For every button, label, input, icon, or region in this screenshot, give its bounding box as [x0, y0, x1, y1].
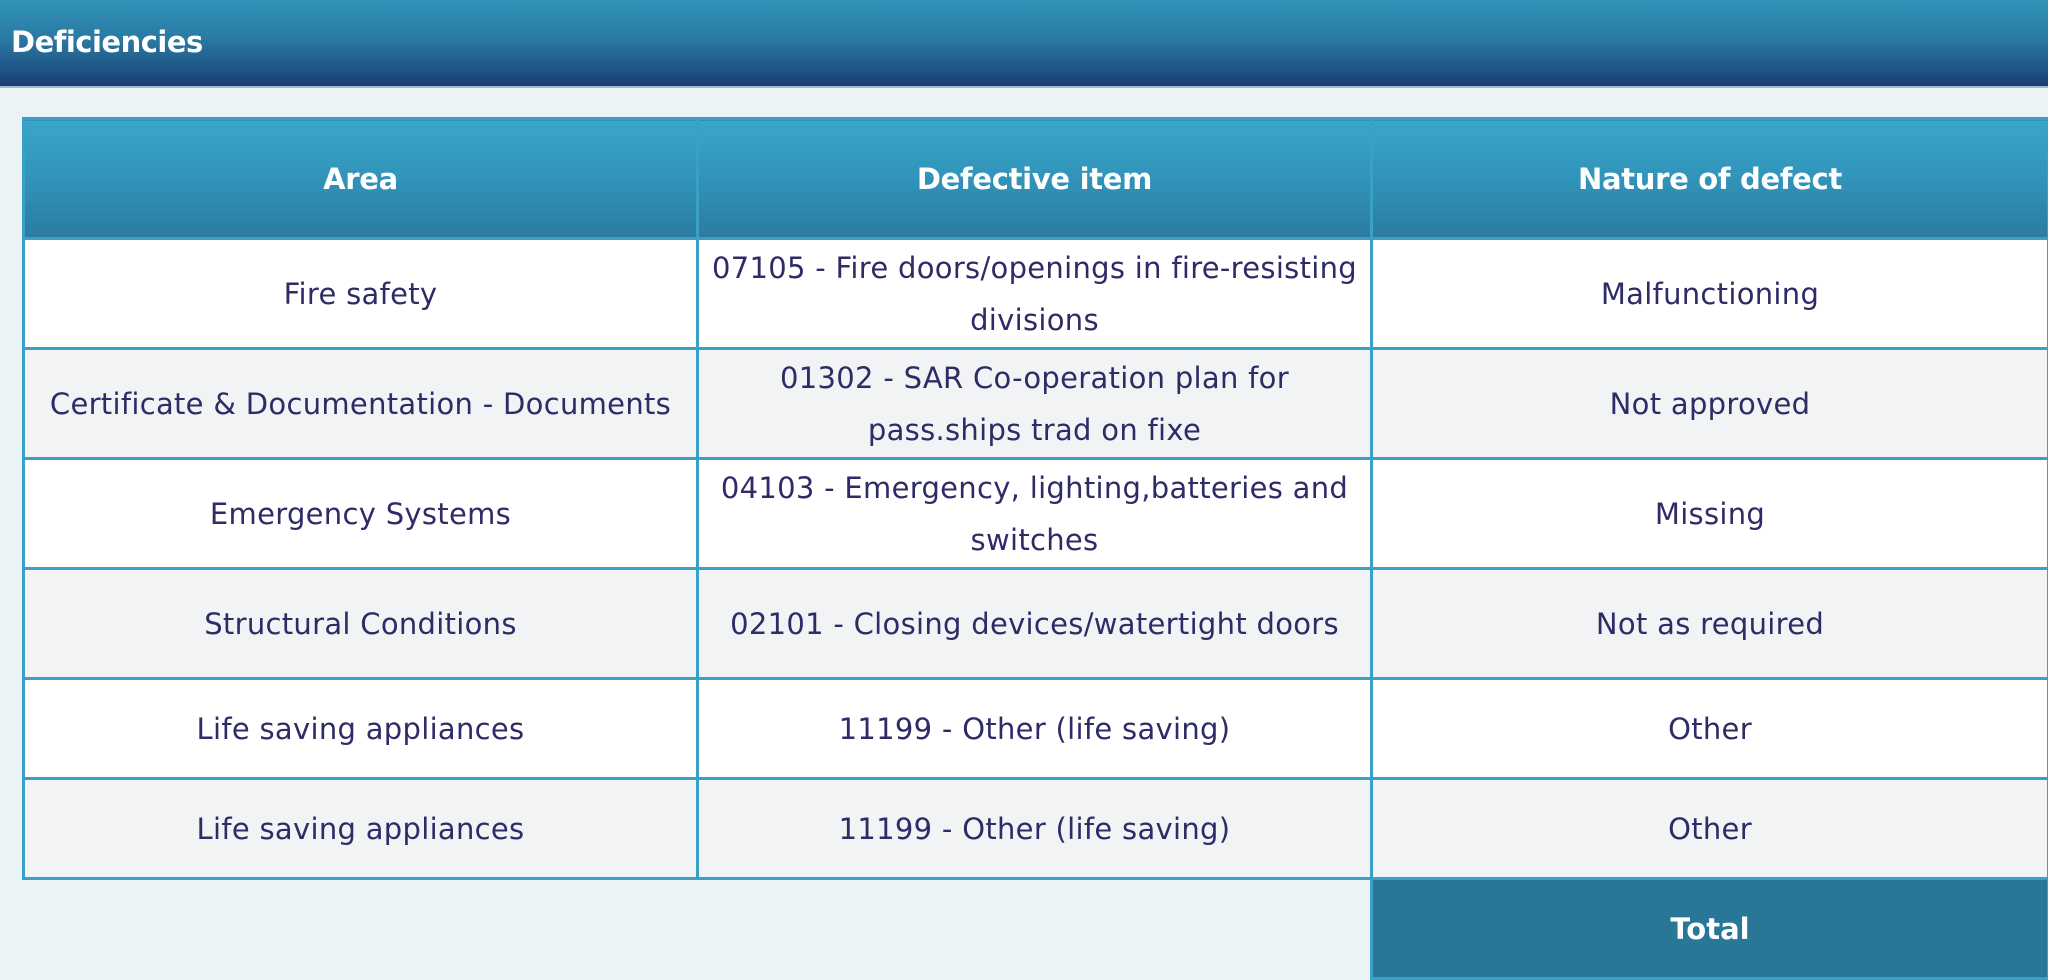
panel-title: Deficiencies	[11, 24, 203, 60]
cell-defective-item: 01302 - SAR Co-operation plan for pass.s…	[698, 349, 1372, 459]
cell-defective-item: 11199 - Other (life saving)	[698, 779, 1372, 879]
deficiencies-table: Area Defective item Nature of defect Fir…	[22, 117, 2048, 980]
cell-area: Emergency Systems	[24, 459, 698, 569]
cell-nature-of-defect: Not approved	[1372, 349, 2048, 459]
table-row: Life saving appliances 11199 - Other (li…	[24, 679, 2048, 779]
cell-defective-item: 02101 - Closing devices/watertight doors	[698, 569, 1372, 679]
deficiencies-table-container: Area Defective item Nature of defect Fir…	[22, 117, 2048, 980]
column-header-nature-of-defect[interactable]: Nature of defect	[1372, 119, 2048, 239]
column-header-area[interactable]: Area	[24, 119, 698, 239]
cell-area: Fire safety	[24, 239, 698, 349]
table-header-row: Area Defective item Nature of defect	[24, 119, 2048, 239]
cell-nature-of-defect: Other	[1372, 779, 2048, 879]
cell-area: Structural Conditions	[24, 569, 698, 679]
panel-title-bar: Deficiencies	[0, 0, 2048, 88]
table-row: Structural Conditions 02101 - Closing de…	[24, 569, 2048, 679]
total-row: Total	[24, 879, 2048, 979]
table-row: Fire safety 07105 - Fire doors/openings …	[24, 239, 2048, 349]
cell-area: Life saving appliances	[24, 779, 698, 879]
cell-defective-item: 07105 - Fire doors/openings in fire-resi…	[698, 239, 1372, 349]
table-row: Emergency Systems 04103 - Emergency, lig…	[24, 459, 2048, 569]
table-row: Certificate & Documentation - Documents …	[24, 349, 2048, 459]
cell-area: Certificate & Documentation - Documents	[24, 349, 698, 459]
table-row: Life saving appliances 11199 - Other (li…	[24, 779, 2048, 879]
cell-nature-of-defect: Not as required	[1372, 569, 2048, 679]
total-row-spacer	[24, 879, 698, 979]
cell-nature-of-defect: Malfunctioning	[1372, 239, 2048, 349]
column-header-defective-item[interactable]: Defective item	[698, 119, 1372, 239]
total-row-spacer	[698, 879, 1372, 979]
cell-defective-item: 04103 - Emergency, lighting,batteries an…	[698, 459, 1372, 569]
cell-defective-item: 11199 - Other (life saving)	[698, 679, 1372, 779]
cell-nature-of-defect: Missing	[1372, 459, 2048, 569]
total-label: Total	[1372, 879, 2048, 979]
cell-nature-of-defect: Other	[1372, 679, 2048, 779]
cell-area: Life saving appliances	[24, 679, 698, 779]
